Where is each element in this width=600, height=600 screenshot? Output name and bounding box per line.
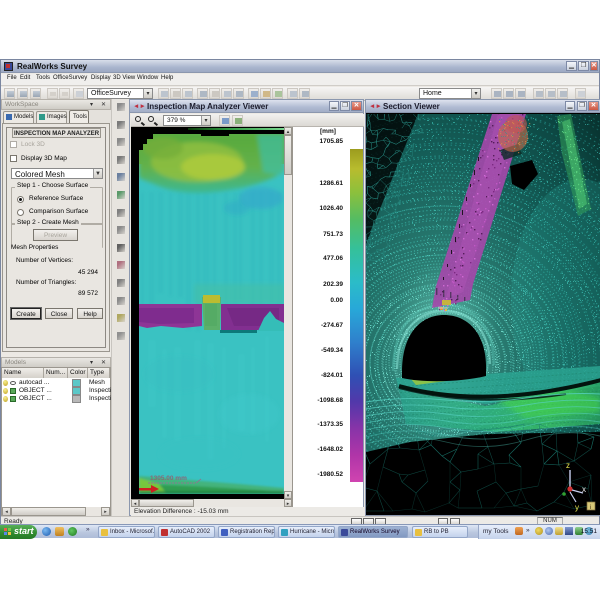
svg-text:y: y bbox=[575, 503, 579, 512]
svg-text:1305.00 mm: 1305.00 mm bbox=[150, 475, 187, 482]
svg-text:x: x bbox=[582, 485, 586, 494]
svg-text:i: i bbox=[590, 505, 591, 511]
svg-text:z: z bbox=[566, 461, 570, 470]
